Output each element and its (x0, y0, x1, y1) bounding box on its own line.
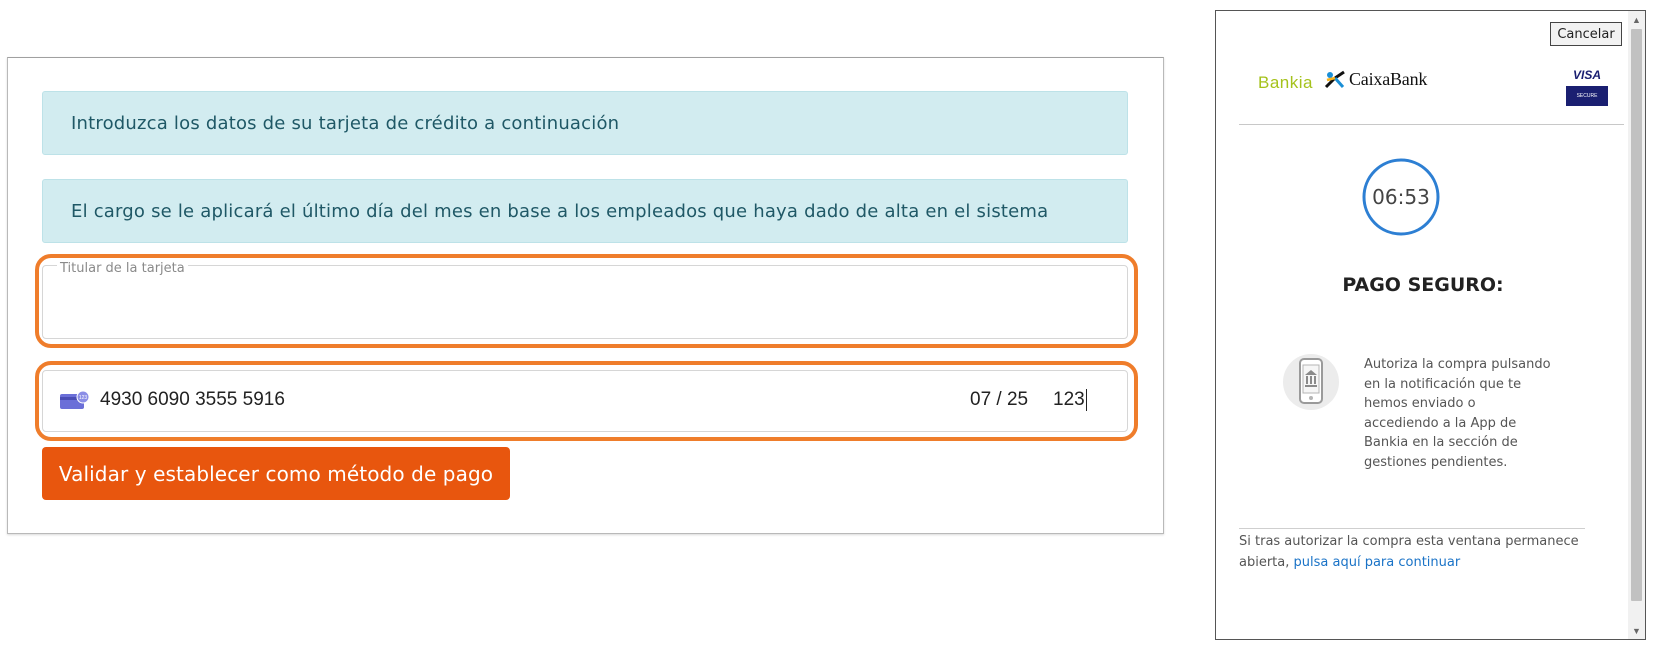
bank-secure-payment-popup: Cancelar Bankia CaixaBank VISA SECURE 06… (1215, 10, 1646, 640)
credit-card-icon: 123 (60, 391, 90, 409)
footer-divider (1239, 528, 1585, 529)
smartphone-bank-icon (1283, 354, 1339, 410)
card-expiry-field[interactable]: 07 / 25 (970, 389, 1028, 411)
card-holder-label: Titular de la tarjeta (57, 261, 188, 276)
card-holder-input[interactable]: Titular de la tarjeta (42, 261, 1128, 339)
header-divider (1239, 124, 1624, 125)
cancel-button[interactable]: Cancelar (1550, 22, 1622, 46)
svg-text:123: 123 (79, 395, 88, 401)
visa-logo-text: VISA (1572, 68, 1601, 82)
authorization-instructions: Autoriza la compra pulsando en la notifi… (1364, 357, 1551, 470)
scroll-up-arrow-icon[interactable]: ▲ (1628, 11, 1645, 28)
timer-value: 06:53 (1372, 185, 1430, 209)
visa-secure-badge: VISA SECURE (1566, 64, 1608, 110)
popup-footer: Si tras autorizar la compra esta ventana… (1239, 531, 1609, 573)
payment-form-card: Introduzca los datos de su tarjeta de cr… (7, 57, 1164, 534)
countdown-timer: 06:53 (1361, 157, 1441, 237)
secure-payment-title: PAGO SEGURO: (1342, 274, 1504, 296)
popup-scrollbar[interactable]: ▲ ▼ (1628, 11, 1645, 639)
info-message-card-details: Introduzca los datos de su tarjeta de cr… (42, 91, 1128, 155)
scroll-down-arrow-icon[interactable]: ▼ (1628, 622, 1645, 639)
caixabank-logo-text: CaixaBank (1349, 69, 1428, 89)
continue-link[interactable]: pulsa aquí para continuar (1294, 555, 1461, 570)
visa-secure-text: SECURE (1566, 86, 1608, 106)
card-details-input[interactable]: 123 4930 6090 3555 5916 07 / 25 123 (42, 370, 1128, 432)
scrollbar-thumb[interactable] (1631, 29, 1642, 601)
caixabank-logo: CaixaBank (1324, 69, 1427, 90)
info-message-billing: El cargo se le aplicará el último día de… (42, 179, 1128, 243)
card-cvc-field[interactable]: 123 (1053, 389, 1087, 411)
info-message-text: El cargo se le aplicará el último día de… (71, 200, 1049, 222)
validate-payment-button[interactable]: Validar y establecer como método de pago (42, 447, 510, 500)
card-number-field[interactable]: 4930 6090 3555 5916 (100, 389, 285, 411)
bankia-logo: Bankia (1258, 73, 1313, 92)
caixabank-star-icon (1324, 70, 1345, 88)
info-message-text: Introduzca los datos de su tarjeta de cr… (71, 112, 620, 134)
